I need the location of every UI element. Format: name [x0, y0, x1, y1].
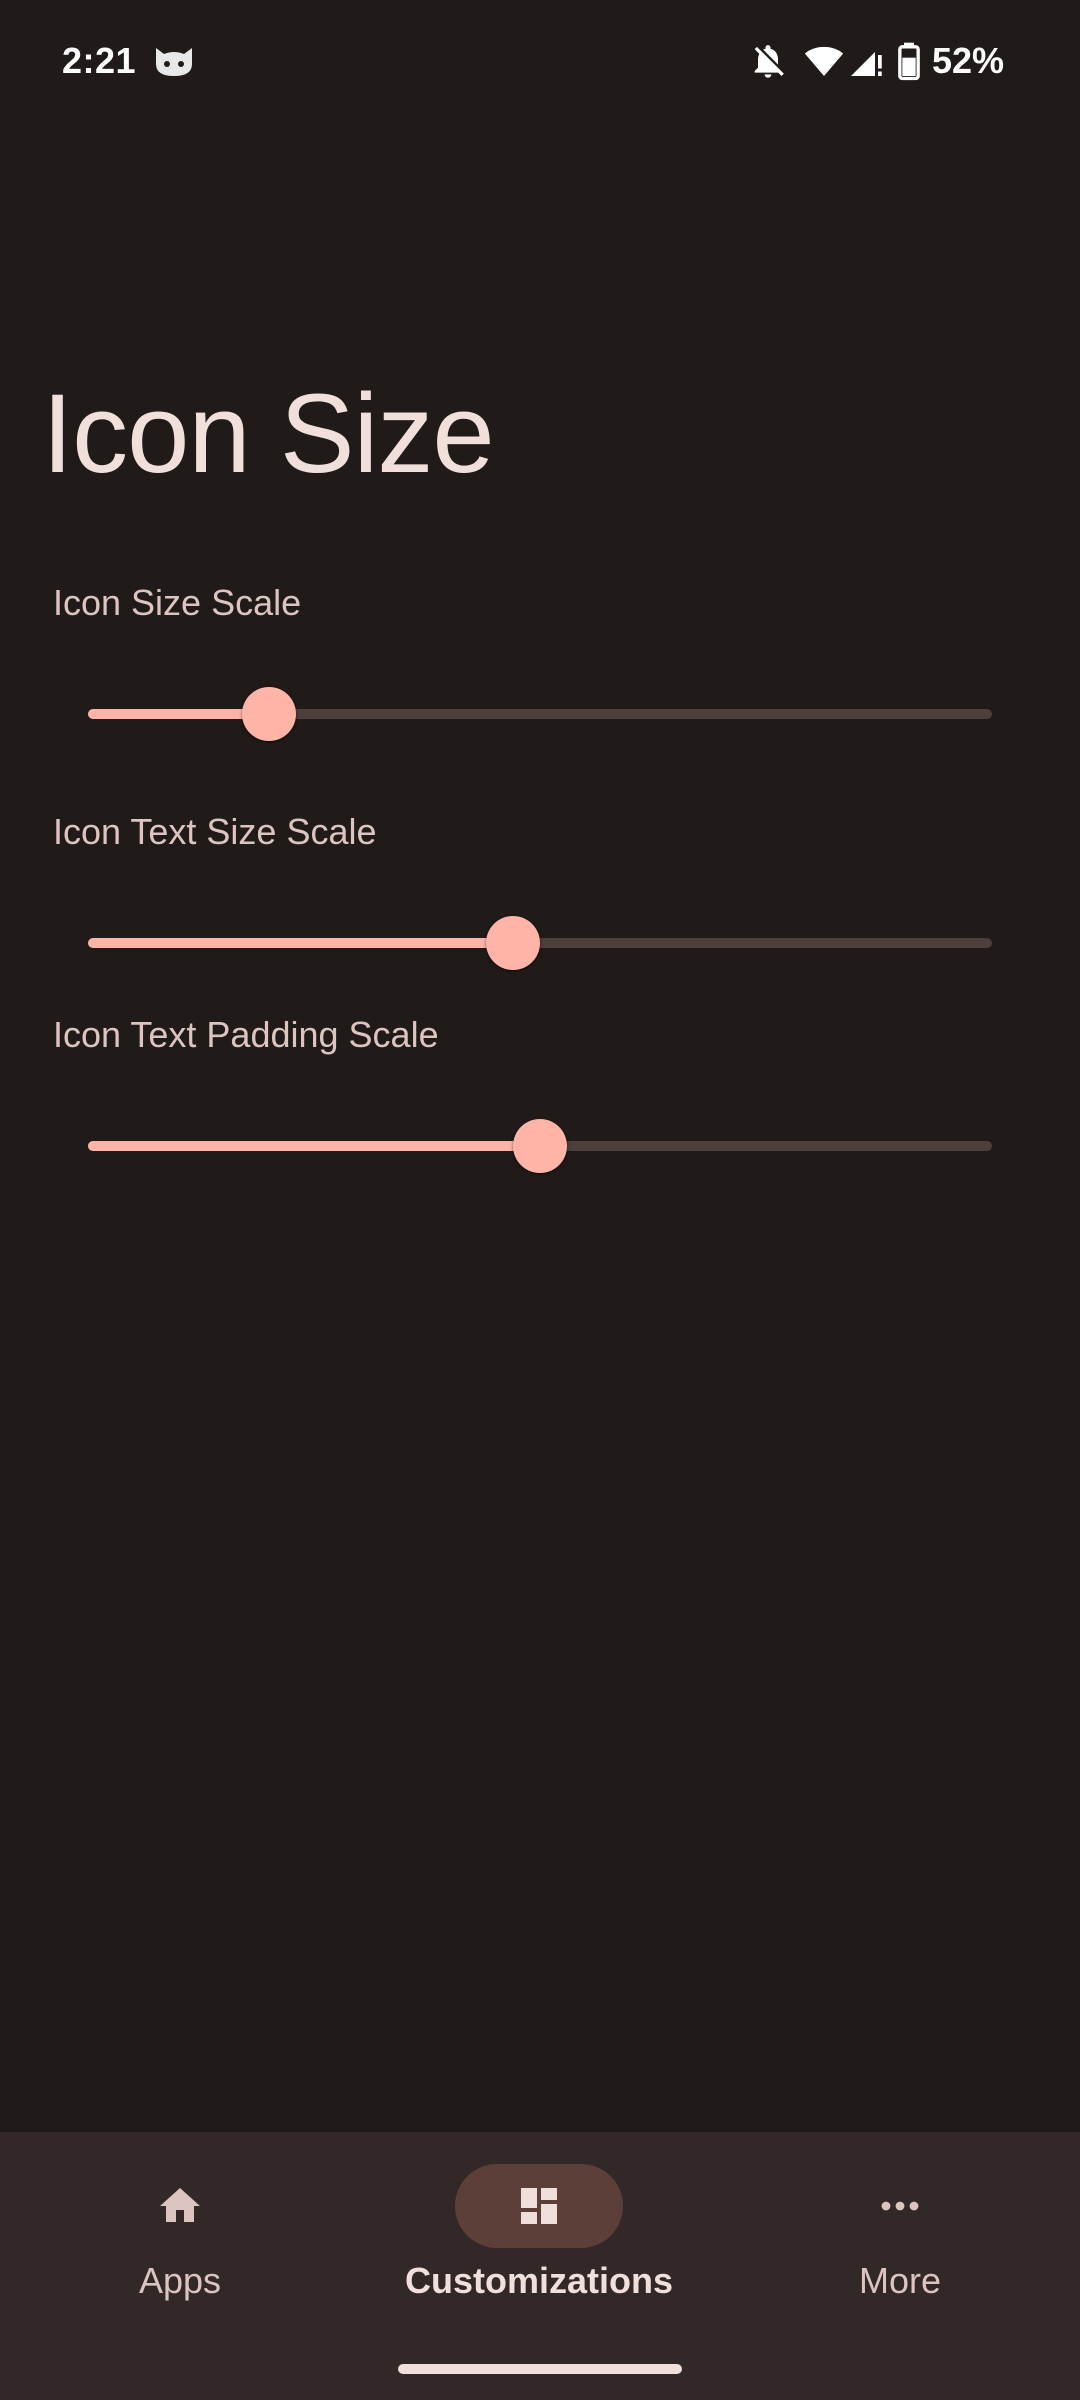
dashboard-icon	[521, 2188, 557, 2224]
cat-notification-icon	[156, 48, 192, 76]
nav-label-more: More	[858, 2260, 942, 2301]
slider-fill	[88, 938, 513, 948]
icon-text-size-scale-slider[interactable]	[88, 912, 992, 972]
battery-icon	[898, 42, 920, 81]
home-icon	[160, 2188, 200, 2222]
status-icons: 52%	[748, 38, 1004, 84]
nav-item-customizations[interactable]: Customizations	[389, 2164, 689, 2334]
cell-signal-icon	[850, 52, 882, 76]
slider-thumb[interactable]	[485, 916, 540, 970]
nav-label-customizations: Customizations	[404, 2260, 673, 2301]
nav-item-apps[interactable]: Apps	[30, 2164, 330, 2334]
slider-fill	[88, 1141, 540, 1151]
icon-text-padding-scale-slider[interactable]	[88, 1115, 992, 1175]
icon-size-scale-slider[interactable]	[88, 683, 992, 743]
wifi-icon	[804, 46, 844, 76]
status-bar: 2:21 52%	[0, 0, 1080, 128]
bottom-navigation: Apps Customizations More	[0, 2132, 1080, 2400]
gesture-handle[interactable]	[398, 2364, 682, 2374]
nav-label-apps: Apps	[138, 2260, 222, 2301]
icon-text-size-scale-label: Icon Text Size Scale	[53, 811, 377, 852]
screen: 2:21 52% Icon Size Icon Size Scale Icon …	[0, 0, 1080, 2400]
more-horiz-icon	[881, 2201, 919, 2211]
icon-size-scale-label: Icon Size Scale	[53, 582, 302, 623]
battery-percent: 52%	[931, 40, 1004, 81]
status-time: 2:21	[62, 40, 137, 81]
slider-thumb[interactable]	[241, 687, 296, 741]
icon-text-padding-scale-label: Icon Text Padding Scale	[53, 1014, 439, 1055]
page-title: Icon Size	[42, 371, 495, 496]
nav-item-more[interactable]: More	[750, 2164, 1050, 2334]
bell-off-icon	[754, 45, 784, 78]
slider-thumb[interactable]	[513, 1119, 567, 1173]
